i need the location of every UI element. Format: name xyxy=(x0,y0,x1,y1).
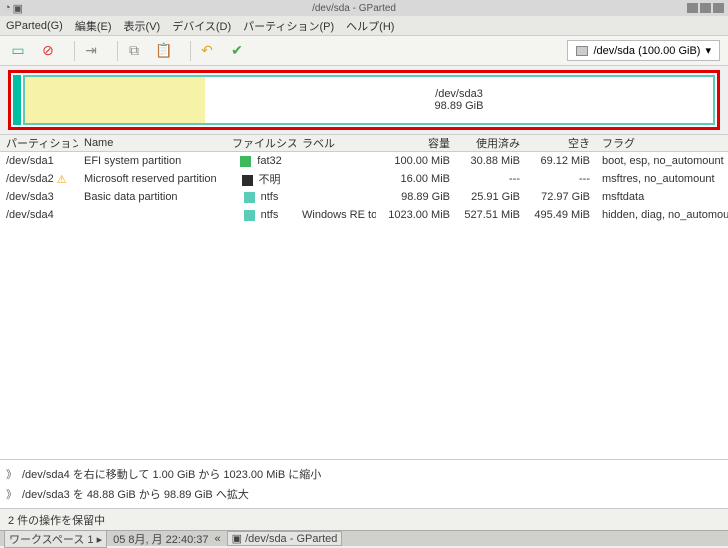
cell-capacity: 16.00 MiB xyxy=(376,173,456,185)
col-name[interactable]: Name xyxy=(78,137,226,149)
menu-device[interactable]: デバイス(D) xyxy=(172,18,231,34)
col-flags[interactable]: フラグ xyxy=(596,135,728,151)
menubar: GParted(G) 編集(E) 表示(V) デバイス(D) パーティション(P… xyxy=(0,16,728,36)
cell-name: Microsoft reserved partition xyxy=(78,173,226,185)
partition-visual-used xyxy=(25,77,205,123)
visual-part-size: 98.89 GiB xyxy=(435,100,484,112)
status-bar: 2 件の操作を保留中 xyxy=(0,508,728,530)
toolbar: ▭ ⊘ ⇥ ⧉ 📋 ↶ ✔ /dev/sda (100.00 GiB) ▾ xyxy=(0,36,728,66)
cell-free: 69.12 MiB xyxy=(526,155,596,167)
taskbar-clock: 05 8月, 月 22:40:37 xyxy=(113,531,208,547)
fs-color-icon xyxy=(244,210,255,221)
menu-edit[interactable]: 編集(E) xyxy=(75,18,112,34)
fs-color-icon xyxy=(242,175,253,186)
undo-button[interactable]: ↶ xyxy=(197,41,217,61)
partition-visual-wrap: /dev/sda3 98.89 GiB xyxy=(0,66,728,134)
taskbar-chevron-icon[interactable]: « xyxy=(215,533,221,545)
cell-name: Basic data partition xyxy=(78,191,226,203)
cell-partition: /dev/sda3 xyxy=(0,191,78,203)
table-body: /dev/sda1EFI system partitionfat32 100.00… xyxy=(0,152,728,459)
cell-filesystem: ntfs xyxy=(226,191,296,203)
cell-used: 25.91 GiB xyxy=(456,191,526,203)
app-menu-icon[interactable]: ◔ xyxy=(4,2,11,15)
operation-text: /dev/sda3 を 48.88 GiB から 98.89 GiB へ拡大 xyxy=(22,486,249,502)
copy-button[interactable]: ⧉ xyxy=(124,41,144,61)
apply-button[interactable]: ✔ xyxy=(227,41,247,61)
disk-icon xyxy=(576,46,588,56)
cell-capacity: 98.89 GiB xyxy=(376,191,456,203)
partition-visual-highlight: /dev/sda3 98.89 GiB xyxy=(8,70,720,130)
table-row[interactable]: /dev/sda2 ⚠Microsoft reserved partition不… xyxy=(0,170,728,188)
taskbar-app[interactable]: ▣ /dev/sda - GParted xyxy=(227,531,343,546)
menu-partition[interactable]: パーティション(P) xyxy=(243,18,334,34)
col-filesystem[interactable]: ファイルシステム xyxy=(226,135,296,151)
taskbar-workspace[interactable]: ワークスペース 1 ▸ xyxy=(4,530,107,548)
operation-line[interactable]: 》 /dev/sda4 を右に移動して 1.00 GiB から 1023.00 … xyxy=(6,464,722,484)
cell-flags: hidden, diag, no_automount xyxy=(596,209,728,221)
cell-partition: /dev/sda1 xyxy=(0,155,78,167)
table-header: パーティション Name ファイルシステム ラベル 容量 使用済み 空き フラグ xyxy=(0,134,728,152)
warning-icon: ⚠ xyxy=(57,173,69,185)
cell-flags: msftdata xyxy=(596,191,728,203)
cell-partition: /dev/sda2 ⚠ xyxy=(0,173,78,185)
cell-capacity: 1023.00 MiB xyxy=(376,209,456,221)
op-arrow-icon: 》 xyxy=(6,486,17,502)
partition-visual-free: /dev/sda3 98.89 GiB xyxy=(205,77,713,123)
operation-text: /dev/sda4 を右に移動して 1.00 GiB から 1023.00 Mi… xyxy=(22,466,321,482)
fs-color-icon xyxy=(244,192,255,203)
device-selector-label: /dev/sda (100.00 GiB) xyxy=(593,45,700,57)
cell-free: 72.97 GiB xyxy=(526,191,596,203)
paste-button[interactable]: 📋 xyxy=(154,41,174,61)
cell-used: 527.51 MiB xyxy=(456,209,526,221)
cell-used: --- xyxy=(456,173,526,185)
partition-visual-small[interactable] xyxy=(13,75,21,125)
taskbar: ワークスペース 1 ▸ 05 8月, 月 22:40:37 « ▣ /dev/s… xyxy=(0,530,728,546)
app-window-icon: ▣ xyxy=(13,2,23,15)
status-text: 2 件の操作を保留中 xyxy=(8,512,105,528)
cell-partition: /dev/sda4 xyxy=(0,209,78,221)
cell-flags: msftres, no_automount xyxy=(596,173,728,185)
minimize-button[interactable] xyxy=(687,3,698,13)
col-free[interactable]: 空き xyxy=(526,135,596,151)
col-capacity[interactable]: 容量 xyxy=(376,135,456,151)
menu-gparted[interactable]: GParted(G) xyxy=(6,20,63,32)
menu-help[interactable]: ヘルプ(H) xyxy=(346,18,394,34)
chevron-down-icon: ▾ xyxy=(705,44,711,57)
cell-capacity: 100.00 MiB xyxy=(376,155,456,167)
pending-operations: 》 /dev/sda4 を右に移動して 1.00 GiB から 1023.00 … xyxy=(0,459,728,508)
delete-button[interactable]: ⊘ xyxy=(38,41,58,61)
cell-label: Windows RE tools xyxy=(296,209,376,221)
cell-filesystem: ntfs xyxy=(226,209,296,221)
cell-filesystem: 不明 xyxy=(226,171,296,187)
cell-free: --- xyxy=(526,173,596,185)
table-row[interactable]: /dev/sda4 ntfsWindows RE tools1023.00 MiB… xyxy=(0,206,728,224)
col-partition[interactable]: パーティション xyxy=(0,135,78,151)
table-row[interactable]: /dev/sda1EFI system partitionfat32 100.00… xyxy=(0,152,728,170)
device-selector[interactable]: /dev/sda (100.00 GiB) ▾ xyxy=(567,40,720,61)
new-button[interactable]: ▭ xyxy=(8,41,28,61)
resize-button[interactable]: ⇥ xyxy=(81,41,101,61)
cell-name: EFI system partition xyxy=(78,155,226,167)
window-title: /dev/sda - GParted xyxy=(23,3,685,14)
op-arrow-icon: 》 xyxy=(6,466,17,482)
menu-view[interactable]: 表示(V) xyxy=(124,18,161,34)
col-used[interactable]: 使用済み xyxy=(456,135,526,151)
cell-used: 30.88 MiB xyxy=(456,155,526,167)
col-label[interactable]: ラベル xyxy=(296,135,376,151)
operation-line[interactable]: 》 /dev/sda3 を 48.88 GiB から 98.89 GiB へ拡大 xyxy=(6,484,722,504)
close-button[interactable] xyxy=(713,3,724,13)
visual-part-name: /dev/sda3 xyxy=(435,88,483,100)
window-titlebar: ◔ ▣ /dev/sda - GParted xyxy=(0,0,728,16)
cell-free: 495.49 MiB xyxy=(526,209,596,221)
cell-flags: boot, esp, no_automount xyxy=(596,155,728,167)
fs-color-icon xyxy=(240,156,251,167)
cell-filesystem: fat32 xyxy=(226,155,296,167)
maximize-button[interactable] xyxy=(700,3,711,13)
table-row[interactable]: /dev/sda3Basic data partitionntfs 98.89 G… xyxy=(0,188,728,206)
partition-visual-main[interactable]: /dev/sda3 98.89 GiB xyxy=(23,75,715,125)
